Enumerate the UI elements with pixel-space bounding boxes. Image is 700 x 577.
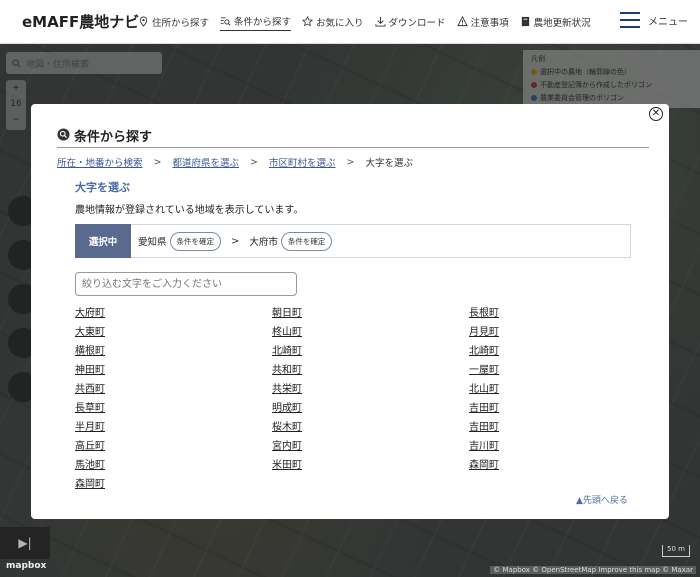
brand-logo[interactable]: eMAFF農地ナビ <box>22 11 139 32</box>
download-icon <box>375 16 386 27</box>
mapbox-logo: mapbox <box>6 561 47 571</box>
app-header: eMAFF農地ナビ 住所から探す 条件から探す お気に入り ダウンロード 注意事… <box>0 0 700 44</box>
town-link[interactable]: 米田町 <box>272 459 469 478</box>
town-link[interactable]: 北山町 <box>469 383 635 402</box>
town-link[interactable]: 半月町 <box>75 421 272 440</box>
nav-notes[interactable]: 注意事項 <box>456 13 509 31</box>
main-nav: 住所から探す 条件から探す お気に入り ダウンロード 注意事項 農地更新状況 <box>138 12 591 31</box>
nav-label: 注意事項 <box>470 17 509 29</box>
town-link[interactable]: 横根町 <box>75 345 272 364</box>
town-link[interactable]: 朝日町 <box>272 307 469 326</box>
town-link[interactable]: 柊山町 <box>272 326 469 345</box>
breadcrumb-current: 大字を選ぶ <box>365 158 413 169</box>
breadcrumb-address-search[interactable]: 所在・地番から検索 <box>57 155 143 169</box>
pin-icon <box>139 16 148 27</box>
filter-input[interactable] <box>75 272 297 296</box>
modal-title: 条件から探す <box>74 130 153 145</box>
nav-download[interactable]: ダウンロード <box>375 13 446 31</box>
town-link[interactable]: 共栄町 <box>272 383 469 402</box>
town-link[interactable]: 長草町 <box>75 402 272 421</box>
selected-prefecture: 愛知県 <box>138 237 167 248</box>
nav-label: 条件から探す <box>234 17 292 28</box>
breadcrumb-separator: > <box>250 156 258 168</box>
map-attribution[interactable]: © Mapbox © OpenStreetMap Improve this ma… <box>490 566 696 574</box>
nav-label: お気に入り <box>316 17 364 29</box>
town-link[interactable]: 北崎町 <box>272 345 469 364</box>
chevron-right-icon: > <box>231 235 240 247</box>
town-link[interactable]: 吉田町 <box>469 421 635 440</box>
town-link[interactable]: 共和町 <box>272 364 469 383</box>
map-scale: 50 m <box>662 545 690 557</box>
town-link[interactable]: 長根町 <box>469 307 635 326</box>
town-link[interactable]: 桜木町 <box>272 421 469 440</box>
modal-header: 条件から探す <box>57 126 649 148</box>
town-link[interactable]: 神田町 <box>75 364 272 383</box>
town-link[interactable]: 森岡町 <box>75 478 272 497</box>
nav-update-status[interactable]: 農地更新状況 <box>520 13 591 31</box>
nav-favorites[interactable]: お気に入り <box>302 13 364 31</box>
nav-address-search[interactable]: 住所から探す <box>138 13 209 31</box>
town-link[interactable]: 大府町 <box>75 307 272 326</box>
town-link[interactable]: 宮内町 <box>272 440 469 459</box>
town-link[interactable]: 森岡町 <box>469 459 635 478</box>
town-link[interactable]: 馬池町 <box>75 459 272 478</box>
menu-button[interactable]: メニュー <box>620 12 688 28</box>
town-link[interactable]: 吉田町 <box>469 402 635 421</box>
town-link[interactable]: 一屋町 <box>469 364 635 383</box>
book-icon <box>521 16 529 27</box>
breadcrumb-separator: > <box>153 156 162 168</box>
town-link[interactable]: 吉川町 <box>469 440 635 459</box>
section-title: 大字を選ぶ <box>75 181 130 194</box>
town-link[interactable]: 共西町 <box>75 383 272 402</box>
section-description: 農地情報が登録されている地域を表示しています。 <box>75 205 304 216</box>
breadcrumb-separator: > <box>346 156 355 168</box>
nav-condition-search[interactable]: 条件から探す <box>220 12 292 31</box>
town-link[interactable]: 高丘町 <box>75 440 272 459</box>
town-list: 大府町 朝日町 長根町 大東町 柊山町 月見町 横根町 北崎町 北崎町 神田町 共和町 一屋町 共西町共… <box>75 307 635 497</box>
breadcrumb: 所在・地番から検索 > 都道府県を選ぶ > 市区町村を選ぶ > 大字を選ぶ <box>57 155 413 170</box>
confirm-prefecture-button[interactable]: 条件を確定 <box>169 231 222 251</box>
condition-search-modal: ✕ 条件から探す 所在・地番から検索 > 都道府県を選ぶ > 市区町村を選ぶ >… <box>31 104 669 519</box>
selected-label: 選択中 <box>75 224 131 258</box>
town-link[interactable]: 北崎町 <box>469 345 635 364</box>
nav-label: ダウンロード <box>388 17 446 29</box>
close-button[interactable]: ✕ <box>649 107 663 121</box>
close-icon: ✕ <box>651 108 661 119</box>
town-link[interactable]: 大東町 <box>75 326 272 345</box>
breadcrumb-prefecture[interactable]: 都道府県を選ぶ <box>172 155 239 169</box>
selected-conditions: 選択中 愛知県 条件を確定 > 大府市 条件を確定 <box>75 224 631 258</box>
nav-label: 住所から探す <box>152 17 210 29</box>
filter-search-icon <box>220 16 231 26</box>
back-to-top-link[interactable]: ▲先頭へ戻る <box>576 493 628 506</box>
search-circle-icon <box>57 128 70 141</box>
sidebar-toggle-button[interactable]: ▶| <box>0 527 50 559</box>
warning-icon <box>456 16 468 27</box>
star-icon <box>302 16 314 27</box>
menu-label: メニュー <box>648 16 688 28</box>
town-link[interactable]: 月見町 <box>469 326 635 345</box>
nav-label: 農地更新状況 <box>533 17 591 29</box>
breadcrumb-city[interactable]: 市区町村を選ぶ <box>269 155 336 169</box>
confirm-city-button[interactable]: 条件を確定 <box>280 231 333 251</box>
town-link[interactable]: 明成町 <box>272 402 469 421</box>
selected-city: 大府市 <box>249 237 278 248</box>
play-icon: ▶| <box>18 536 32 550</box>
hamburger-icon <box>620 12 640 28</box>
